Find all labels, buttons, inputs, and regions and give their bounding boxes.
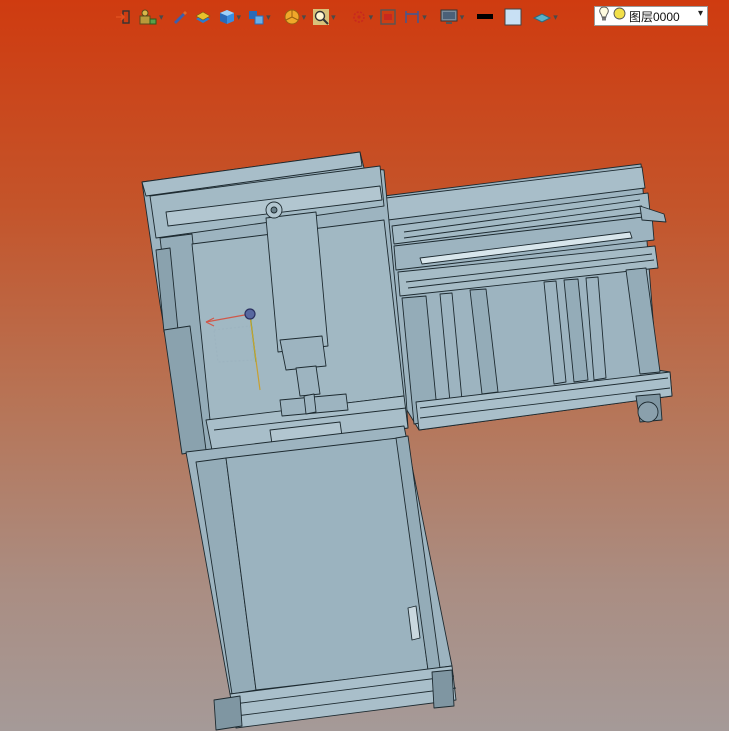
3d-model[interactable] <box>0 0 729 731</box>
3d-viewport[interactable]: ▾ ▾ ▾ ▾ ▾ ▾ ▾ ▾ ▾ 图层0000 ▾ <box>0 0 729 731</box>
lower-frame-module[interactable] <box>185 425 457 731</box>
conveyor-module[interactable] <box>383 163 673 431</box>
cad-assembly <box>141 151 673 731</box>
